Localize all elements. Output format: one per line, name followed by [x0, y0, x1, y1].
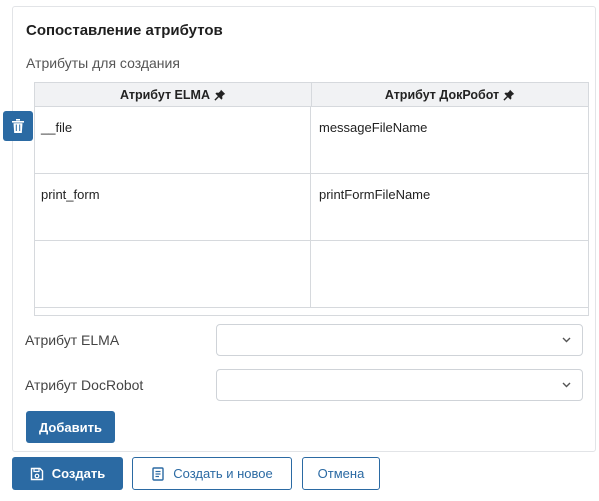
column-header-docrobot[interactable]: Атрибут ДокРобот — [311, 83, 588, 106]
pin-icon[interactable] — [214, 89, 226, 101]
chevron-down-icon — [562, 382, 571, 388]
elma-attribute-label: Атрибут ELMA — [25, 332, 120, 348]
elma-attribute-select[interactable] — [216, 324, 583, 356]
table-cell: __file — [41, 120, 73, 135]
table-cell: printFormFileName — [310, 174, 588, 240]
subsection-title: Атрибуты для создания — [26, 55, 180, 71]
chevron-down-icon — [562, 337, 571, 343]
create-and-new-button-label: Создать и новое — [173, 466, 273, 481]
mapping-table: Атрибут ELMA Атрибут ДокРобот __file mes… — [34, 82, 589, 316]
table-cell — [310, 241, 588, 307]
create-button[interactable]: Создать — [12, 457, 123, 490]
delete-row-button[interactable] — [3, 111, 33, 141]
cancel-button[interactable]: Отмена — [302, 457, 380, 490]
table-header: Атрибут ELMA Атрибут ДокРобот — [35, 83, 588, 107]
table-cell: print_form — [41, 187, 100, 202]
column-header-label: Атрибут ELMA — [120, 87, 210, 102]
column-header-elma[interactable]: Атрибут ELMA — [35, 83, 311, 106]
pin-icon[interactable] — [503, 89, 515, 101]
docrobot-attribute-select[interactable] — [216, 369, 583, 401]
save-icon — [30, 467, 43, 480]
table-row[interactable]: __file messageFileName — [35, 107, 588, 174]
docrobot-attribute-label: Атрибут DocRobot — [25, 377, 144, 393]
table-cell: messageFileName — [310, 107, 588, 173]
add-button[interactable]: Добавить — [26, 411, 115, 443]
create-button-label: Создать — [51, 466, 106, 481]
column-header-label: Атрибут ДокРобот — [384, 87, 500, 102]
table-row[interactable]: print_form printFormFileName — [35, 174, 588, 241]
table-row[interactable] — [35, 241, 588, 308]
section-title: Сопоставление атрибутов — [26, 22, 223, 39]
table-cell — [35, 241, 310, 307]
trash-icon — [12, 119, 24, 133]
document-icon — [152, 466, 164, 481]
create-and-new-button[interactable]: Создать и новое — [132, 457, 292, 490]
